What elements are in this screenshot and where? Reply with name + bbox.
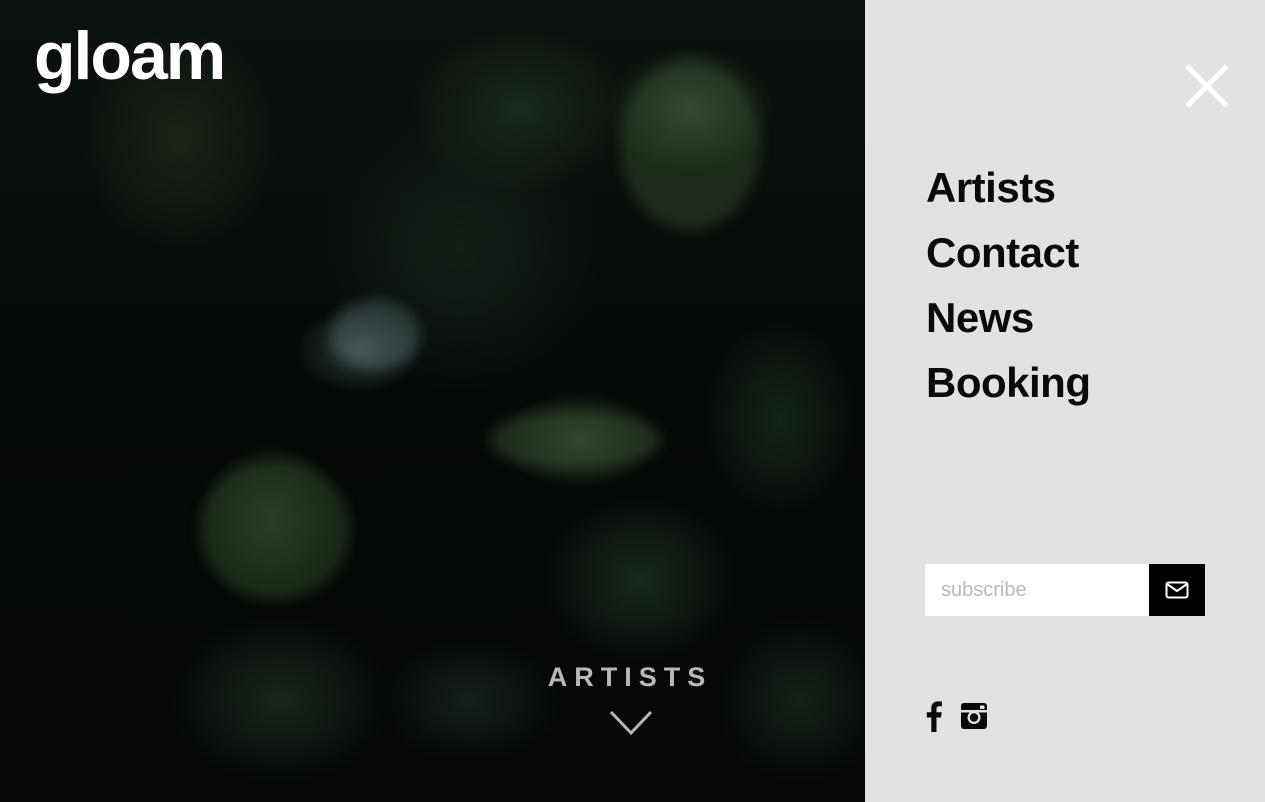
facebook-link[interactable] [925, 700, 943, 736]
page: gloam ARTISTS Artists Contact News Booki… [0, 0, 1265, 802]
chevron-down-icon[interactable] [609, 710, 653, 736]
instagram-link[interactable] [959, 701, 989, 735]
social-links [925, 700, 989, 736]
hero-section-label: ARTISTS [547, 662, 713, 692]
subscribe-submit-button[interactable] [1149, 564, 1205, 616]
foliage-highlight [330, 300, 420, 370]
close-icon[interactable] [1183, 62, 1231, 110]
foliage-highlight [490, 410, 660, 470]
envelope-icon [1165, 581, 1189, 599]
instagram-icon [961, 703, 987, 729]
foliage-highlight [200, 460, 350, 600]
main-menu: Artists Contact News Booking [926, 155, 1091, 415]
menu-item-news[interactable]: News [926, 285, 1090, 350]
site-logo[interactable]: gloam [34, 22, 226, 90]
nav-panel: Artists Contact News Booking [865, 0, 1265, 802]
foliage-highlight [620, 60, 760, 230]
menu-item-booking[interactable]: Booking [926, 350, 1091, 415]
menu-item-artists[interactable]: Artists [926, 155, 1090, 220]
menu-item-contact[interactable]: Contact [926, 220, 1090, 285]
hero-background-image: gloam ARTISTS [0, 0, 865, 802]
facebook-icon [926, 701, 942, 732]
subscribe-input[interactable] [925, 564, 1149, 616]
subscribe-form [925, 564, 1205, 616]
